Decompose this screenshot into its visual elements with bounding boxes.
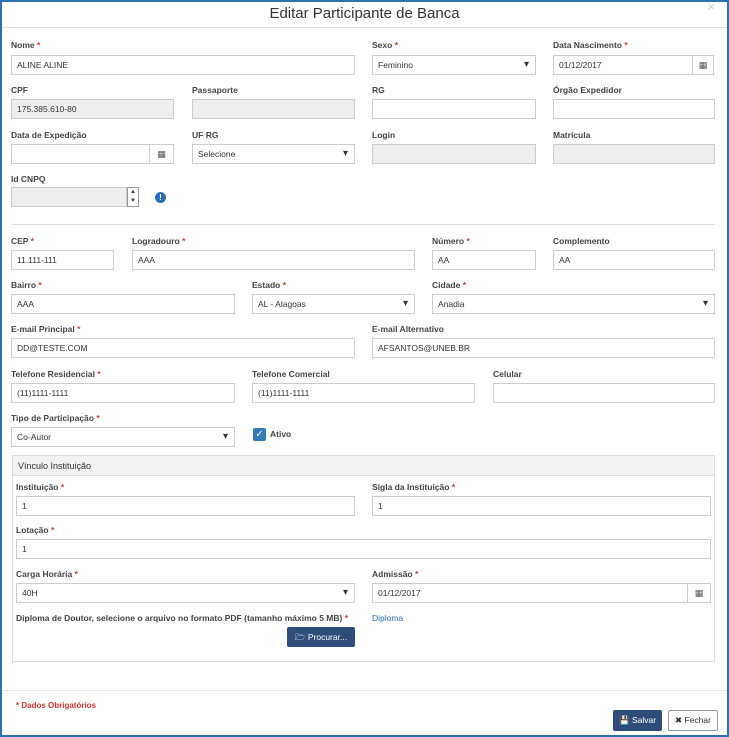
modal-title: Editar Participante de Banca bbox=[2, 2, 727, 28]
required-note: * Dados Obrigatórios bbox=[16, 701, 97, 710]
rg-input[interactable] bbox=[372, 99, 536, 119]
uf-rg-label: UF RG bbox=[192, 130, 219, 140]
matricula-input bbox=[553, 144, 715, 164]
ativo-label: Ativo bbox=[270, 429, 292, 439]
id-cnpq-label: Id CNPQ bbox=[11, 174, 46, 184]
section-divider bbox=[12, 224, 715, 225]
sexo-select[interactable]: Feminino bbox=[372, 55, 536, 75]
carga-horaria-label: Carga Horária * bbox=[16, 569, 78, 579]
data-expedicao-input[interactable] bbox=[11, 144, 150, 164]
data-nascimento-input[interactable]: 01/12/2017 bbox=[553, 55, 693, 75]
data-nascimento-label: Data Nascimento * bbox=[553, 40, 628, 50]
uf-rg-select[interactable]: Selecione bbox=[192, 144, 355, 164]
lotacao-input[interactable]: 1 bbox=[16, 539, 711, 559]
orgao-expedidor-label: Órgão Expedidor bbox=[553, 85, 622, 95]
email-alternativo-label: E-mail Alternativo bbox=[372, 324, 444, 334]
diploma-label: Diploma de Doutor, selecione o arquivo n… bbox=[16, 613, 349, 623]
complemento-label: Complemento bbox=[553, 236, 610, 246]
logradouro-input[interactable]: AAA bbox=[132, 250, 415, 270]
telefone-residencial-input[interactable]: (11)1111-1111 bbox=[11, 383, 235, 403]
save-icon: 💾 bbox=[618, 715, 630, 725]
login-input bbox=[372, 144, 536, 164]
estado-label: Estado * bbox=[252, 280, 287, 290]
celular-label: Celular bbox=[493, 369, 522, 379]
sigla-instituicao-label: Sigla da Instituição * bbox=[372, 482, 456, 492]
cpf-label: CPF bbox=[11, 85, 28, 95]
data-expedicao-label: Data de Expedição bbox=[11, 130, 87, 140]
number-spinner[interactable]: ▲ ▼ bbox=[127, 187, 139, 207]
cidade-select[interactable]: Anadia bbox=[432, 294, 715, 314]
login-label: Login bbox=[372, 130, 396, 140]
nome-label: Nome * bbox=[11, 40, 41, 50]
passaporte-input bbox=[192, 99, 355, 119]
cep-input[interactable]: 11.111-111 bbox=[11, 250, 114, 270]
diploma-link[interactable]: Diploma bbox=[372, 613, 403, 623]
panel-heading: Vínculo Instituição bbox=[13, 456, 714, 476]
lotacao-label: Lotação * bbox=[16, 525, 55, 535]
calendar-icon[interactable]: ▦ bbox=[692, 55, 714, 75]
instituicao-input[interactable]: 1 bbox=[16, 496, 355, 516]
folder-open-icon: 🗁 bbox=[294, 632, 306, 642]
tipo-participacao-select[interactable]: Co-Autor bbox=[11, 427, 235, 447]
numero-input[interactable]: AA bbox=[432, 250, 536, 270]
numero-label: Número * bbox=[432, 236, 470, 246]
admissao-label: Admissão * bbox=[372, 569, 419, 579]
email-principal-input[interactable]: DD@TESTE.COM bbox=[11, 338, 355, 358]
calendar-icon[interactable]: ▦ bbox=[687, 583, 711, 603]
footer-divider bbox=[2, 690, 727, 691]
tipo-participacao-label: Tipo de Participação * bbox=[11, 413, 100, 423]
procurar-button[interactable]: 🗁 Procurar... bbox=[287, 627, 355, 647]
telefone-comercial-label: Telefone Comercial bbox=[252, 369, 330, 379]
nome-input[interactable]: ALINE ALINE bbox=[11, 55, 355, 75]
cpf-input: 175.385.610-80 bbox=[11, 99, 174, 119]
sigla-instituicao-input[interactable]: 1 bbox=[372, 496, 711, 516]
sexo-label: Sexo * bbox=[372, 40, 399, 50]
info-icon[interactable]: ! bbox=[155, 192, 166, 203]
calendar-icon[interactable]: ▦ bbox=[149, 144, 174, 164]
email-alternativo-input[interactable]: AFSANTOS@UNEB.BR bbox=[372, 338, 715, 358]
logradouro-label: Logradouro * bbox=[132, 236, 186, 246]
edit-participant-modal: Editar Participante de Banca × Nome * AL… bbox=[0, 0, 729, 737]
instituicao-label: Instituição * bbox=[16, 482, 65, 492]
telefone-comercial-input[interactable]: (11)1111-1111 bbox=[252, 383, 475, 403]
passaporte-label: Passaporte bbox=[192, 85, 238, 95]
estado-select[interactable]: AL - Alagoas bbox=[252, 294, 415, 314]
celular-input[interactable] bbox=[493, 383, 715, 403]
bairro-label: Bairro * bbox=[11, 280, 42, 290]
matricula-label: Matrícula bbox=[553, 130, 591, 140]
orgao-expedidor-input[interactable] bbox=[553, 99, 715, 119]
cidade-label: Cidade * bbox=[432, 280, 467, 290]
fechar-button[interactable]: ✖ Fechar bbox=[668, 710, 718, 731]
telefone-residencial-label: Telefone Residencial * bbox=[11, 369, 101, 379]
close-icon[interactable]: × bbox=[707, 0, 715, 14]
carga-horaria-select[interactable]: 40H bbox=[16, 583, 355, 603]
id-cnpq-input[interactable] bbox=[11, 187, 127, 207]
email-principal-label: E-mail Principal * bbox=[11, 324, 81, 334]
bairro-input[interactable]: AAA bbox=[11, 294, 235, 314]
rg-label: RG bbox=[372, 85, 385, 95]
salvar-button[interactable]: 💾 Salvar bbox=[613, 710, 662, 731]
cep-label: CEP * bbox=[11, 236, 35, 246]
complemento-input[interactable]: AA bbox=[553, 250, 715, 270]
ativo-checkbox[interactable]: ✓ bbox=[253, 428, 266, 441]
close-icon: ✖ bbox=[675, 715, 683, 725]
admissao-input[interactable]: 01/12/2017 bbox=[372, 583, 688, 603]
